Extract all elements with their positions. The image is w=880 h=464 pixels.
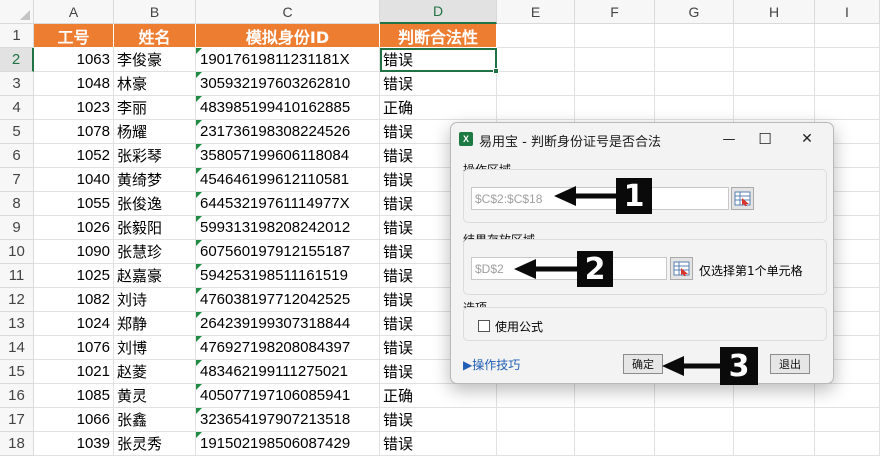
callout-arrows xyxy=(514,186,722,376)
callout-badge-3: 3 xyxy=(720,347,758,385)
callout-badge-1: 1 xyxy=(616,178,652,214)
callout-arrow-3 xyxy=(662,356,722,376)
callout-arrow-1 xyxy=(554,186,618,206)
callout-badge-2: 2 xyxy=(577,251,613,287)
callout-arrow-2 xyxy=(514,259,578,279)
